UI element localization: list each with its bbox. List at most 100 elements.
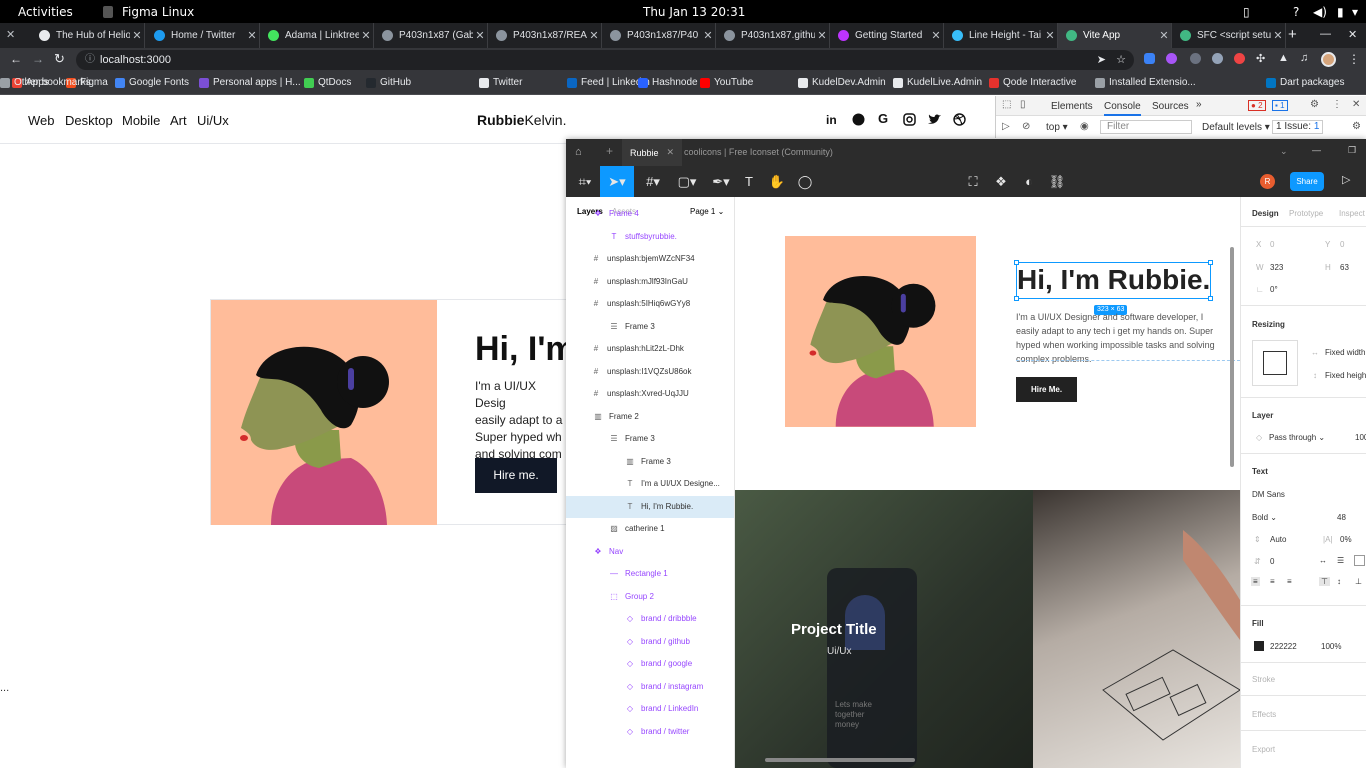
tab-close-icon[interactable]: ✕ [245, 29, 259, 42]
figma-canvas[interactable]: Hi, I'm Rubbie. 323 × 63 I'm a UI/UX Des… [735, 197, 1240, 768]
active-app-menu[interactable]: Figma Linux [103, 5, 194, 19]
crop-icon[interactable]: ⛶ [958, 166, 988, 197]
opacity-input[interactable]: 100 [1355, 433, 1366, 442]
tab-sources[interactable]: Sources [1152, 101, 1189, 112]
volume-icon[interactable]: ◀) [1313, 5, 1327, 19]
x-input[interactable]: 0 [1270, 240, 1274, 249]
auto-width-icon[interactable]: ↔ [1319, 556, 1327, 565]
profile-avatar[interactable] [1321, 52, 1336, 67]
layer-row[interactable]: T Hi, I'm Rubbie. [566, 495, 734, 518]
bookmark-item[interactable]: KudelDev.Admin [798, 77, 886, 88]
layer-row[interactable]: ▥ Frame 3 [566, 451, 734, 473]
component-tool-icon[interactable]: ❖ [986, 166, 1016, 197]
bookmark-item[interactable]: Installed Extensio... [1095, 77, 1196, 88]
site-logo[interactable]: RubbieKelvin. [477, 112, 566, 128]
close-window-icon[interactable]: ✕ [1348, 28, 1357, 41]
canvas-hero-title[interactable]: Hi, I'm Rubbie. [1017, 263, 1210, 297]
layer-row[interactable]: # unsplash:mJlf93InGaU [566, 271, 734, 293]
tab-close-icon[interactable]: ✕ [1271, 29, 1285, 42]
clock[interactable]: Thu Jan 13 20:31 [643, 5, 745, 19]
fixed-width-select[interactable]: Fixed width [1325, 348, 1365, 357]
sidebar-toggle-icon[interactable]: ▷ [1002, 121, 1010, 132]
align-right-icon[interactable]: ≡ [1287, 577, 1292, 586]
text-tool-icon[interactable]: T [734, 166, 764, 197]
close-file-tab-icon[interactable]: ✕ [667, 147, 675, 158]
font-size-input[interactable]: 48 [1337, 513, 1346, 522]
export-heading[interactable]: Export [1252, 745, 1275, 754]
layer-row[interactable]: # unsplash:Xvred-UqJJU [566, 383, 734, 405]
layer-row[interactable]: ◇ brand / LinkedIn [566, 698, 734, 720]
hero-frame[interactable]: Hi, I'm Rubbie. 323 × 63 I'm a UI/UX Des… [785, 236, 1240, 427]
vertical-scrollbar[interactable] [1230, 247, 1234, 467]
project-title[interactable]: Project Title [791, 621, 877, 638]
extension-icon-2[interactable] [1166, 53, 1177, 64]
layer-row[interactable]: ◇ brand / dribbble [566, 608, 734, 630]
blend-mode-select[interactable]: Pass through ⌄ [1269, 433, 1325, 442]
tab-close-icon[interactable]: ✕ [929, 29, 943, 42]
link-icon[interactable]: ⛓ [1042, 166, 1072, 197]
bookmark-item[interactable]: YouTube [700, 77, 753, 88]
font-family-select[interactable]: DM Sans [1252, 490, 1285, 499]
media-icon[interactable]: ♫ [1300, 52, 1308, 64]
bookmark-item[interactable]: GitHub [366, 77, 411, 88]
bookmark-item[interactable]: Personal apps | H... [199, 77, 301, 88]
fixed-height-select[interactable]: Fixed height [1325, 371, 1366, 380]
browser-tab[interactable]: Adama | Linktree ✕ [260, 23, 374, 48]
layer-row[interactable]: ❖ Nav [566, 541, 734, 563]
resizing-preview[interactable] [1252, 340, 1298, 386]
issues-button[interactable]: 1 Issue: 1 [1272, 120, 1324, 134]
clear-console-icon[interactable]: ⊘ [1022, 121, 1030, 132]
help-icon[interactable]: ? [1293, 5, 1299, 19]
twitter-icon[interactable] [928, 114, 941, 125]
layer-row[interactable]: Tstuffsbyrubbie. [566, 226, 734, 248]
browser-tab[interactable]: Line Height - Tai ✕ [944, 23, 1058, 48]
bookmark-item[interactable]: Google Fonts [115, 77, 189, 88]
rotation-input[interactable]: 0° [1270, 285, 1278, 294]
tab-close-icon[interactable]: ✕ [587, 29, 601, 42]
flask-icon[interactable]: ▲ [1278, 52, 1289, 64]
project-image-sketch[interactable] [1033, 490, 1240, 768]
more-tabs-icon[interactable]: » [1196, 99, 1202, 110]
system-menu-icon[interactable]: ▾ [1352, 5, 1358, 19]
log-levels-select[interactable]: Default levels ▾ [1202, 122, 1270, 133]
projects-frame[interactable]: Lets make together money Project Title U… [735, 490, 1240, 768]
instagram-icon[interactable] [903, 113, 916, 126]
nav-link-web[interactable]: Web [28, 113, 55, 128]
phone-icon[interactable]: ▯ [1243, 5, 1250, 19]
paragraph-spacing-input[interactable]: 0 [1270, 557, 1274, 566]
move-tool-icon[interactable]: ➤▾ [600, 166, 634, 197]
bookmark-item[interactable]: QtDocs [304, 77, 351, 88]
bookmark-item[interactable]: Other bookmarks [0, 77, 91, 88]
width-input[interactable]: 323 [1270, 263, 1283, 272]
bookmark-item[interactable]: Hashnode [638, 77, 698, 88]
hire-me-button[interactable]: Hire me. [475, 458, 557, 493]
layer-row[interactable]: ◇ brand / github [566, 631, 734, 653]
tab-close-icon[interactable]: ✕ [130, 29, 144, 42]
height-input[interactable]: 63 [1340, 263, 1349, 272]
github-icon[interactable] [852, 113, 865, 126]
browser-tab[interactable]: Getting Started ✕ [830, 23, 944, 48]
layer-row[interactable]: # unsplash:hLit2zL-Dhk [566, 338, 734, 360]
fill-swatch[interactable] [1254, 641, 1264, 651]
line-height-input[interactable]: Auto [1270, 535, 1286, 544]
layer-row[interactable]: ◇ brand / twitter [566, 721, 734, 743]
align-left-icon[interactable]: ≡ [1251, 577, 1260, 586]
layer-row[interactable]: ⬚ Group 2 [566, 586, 734, 608]
layer-row[interactable]: ☰ Frame 3 [566, 316, 734, 338]
share-button[interactable]: Share [1290, 172, 1324, 191]
fill-hex-input[interactable]: 222222 [1270, 642, 1297, 651]
message-count-badge[interactable]: ▪ 1 [1272, 100, 1288, 111]
layer-row[interactable]: ◇ brand / google [566, 653, 734, 675]
catherine-image[interactable] [785, 236, 976, 427]
tab-close-icon[interactable]: ✕ [701, 29, 715, 42]
fill-opacity-input[interactable]: 100% [1321, 642, 1341, 651]
context-select[interactable]: top ▾ [1046, 122, 1068, 133]
bookmark-item[interactable]: Qode Interactive [989, 77, 1076, 88]
puzzle-icon[interactable]: ✣ [1256, 52, 1265, 65]
browser-tab[interactable]: P403n1x87.githu ✕ [716, 23, 830, 48]
frame-tool-icon[interactable]: #▾ [638, 166, 668, 197]
tab-console[interactable]: Console [1104, 101, 1141, 116]
mask-icon[interactable]: ◐ [1014, 166, 1044, 197]
layer-row[interactable]: ☰ Frame 3 [566, 428, 734, 450]
extension-icon-4[interactable] [1212, 53, 1223, 64]
